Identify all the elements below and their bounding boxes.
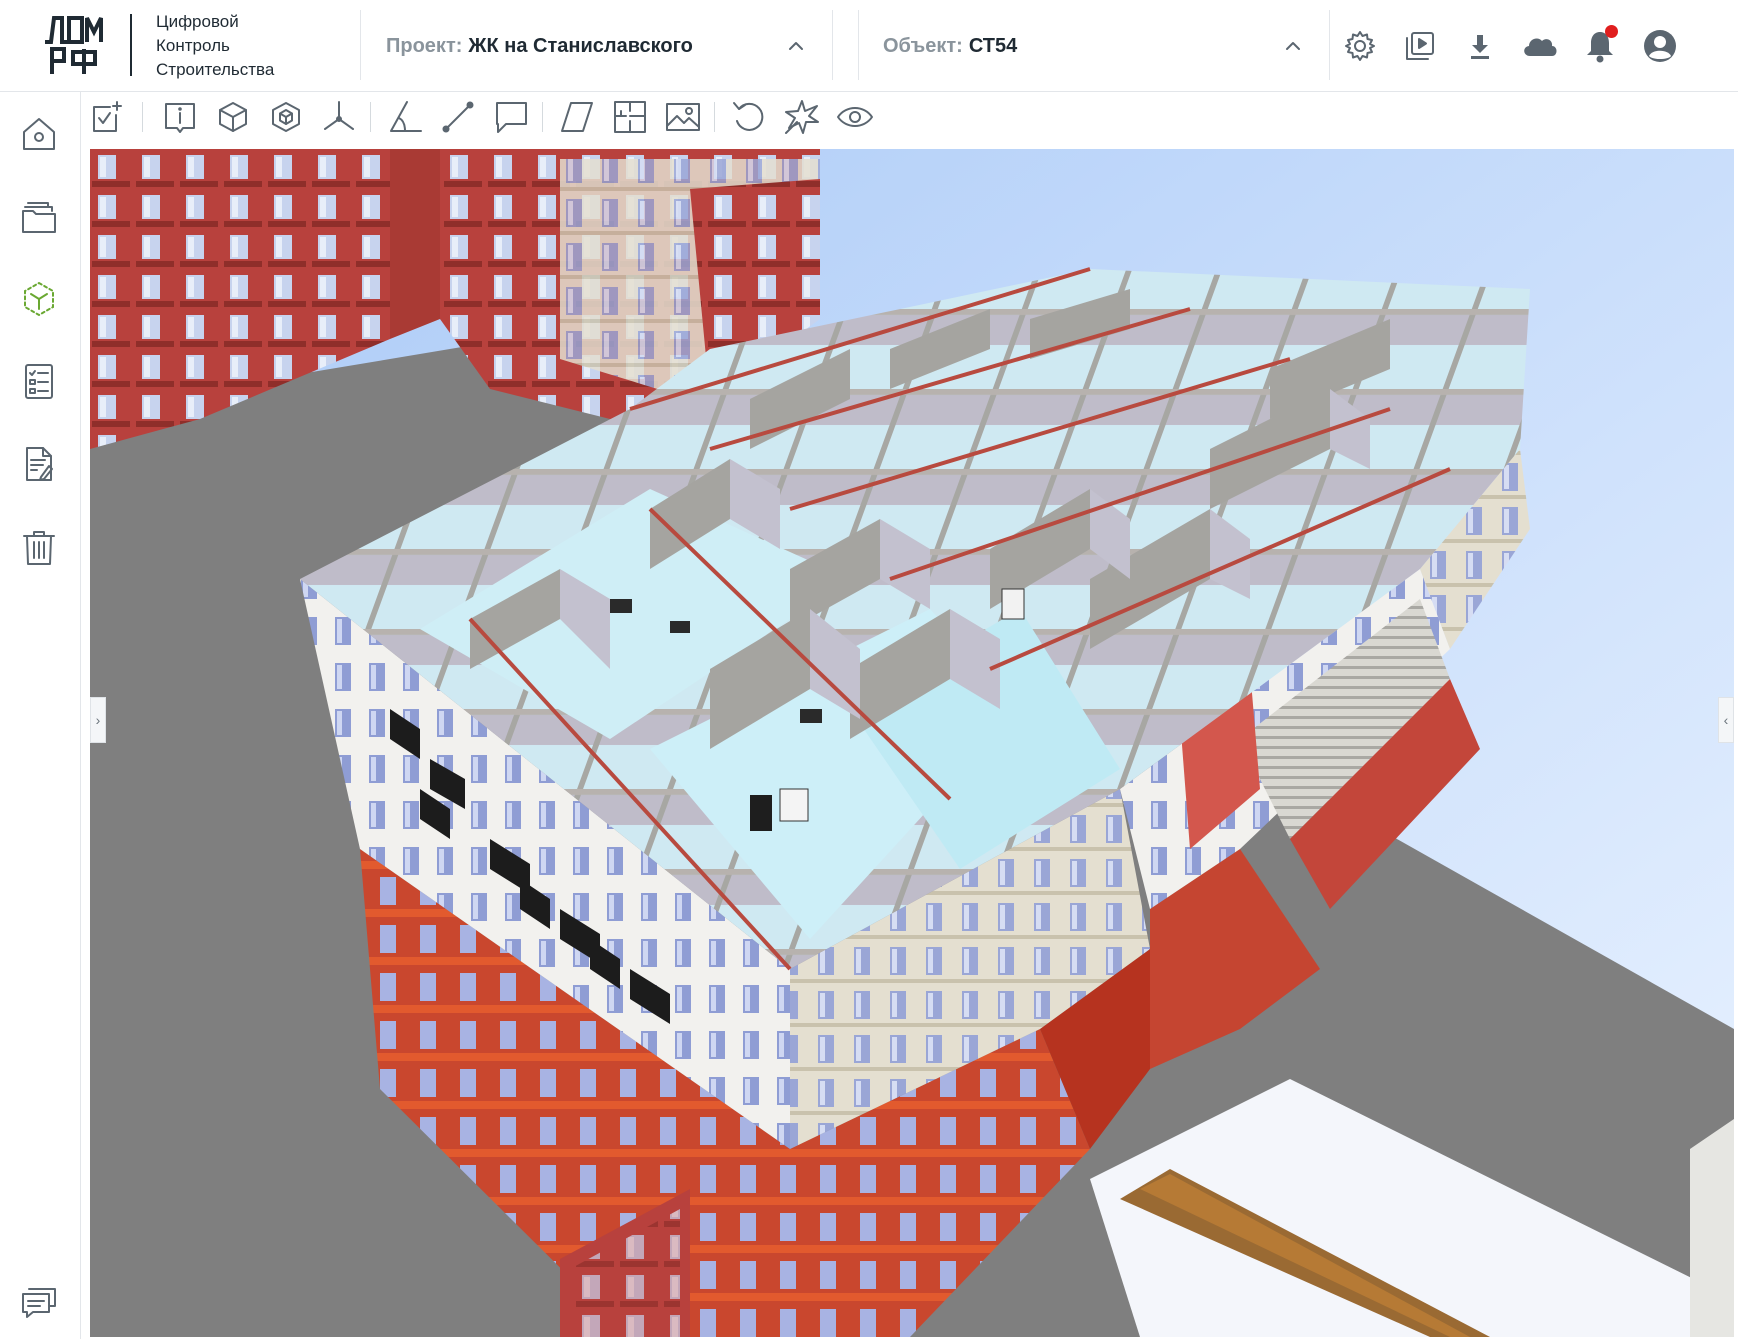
nav-trash[interactable] [18, 526, 60, 568]
notification-badge [1605, 25, 1618, 38]
toolbar-separator [142, 102, 143, 132]
left-panel-toggle[interactable]: › [90, 697, 106, 743]
info-icon [165, 103, 195, 133]
settings-icon [1345, 31, 1375, 61]
nav-checklists[interactable] [18, 360, 60, 402]
top-header: Цифровой Контроль Строительства Проект: … [0, 0, 1738, 92]
project-label: Проект: [386, 34, 463, 57]
axes-tool[interactable] [319, 97, 359, 137]
download-icon [1471, 35, 1489, 59]
floor-plan-icon [614, 101, 646, 133]
chevron-left-icon: ‹ [1723, 712, 1729, 728]
download-button[interactable] [1460, 26, 1500, 66]
user-icon [1644, 30, 1676, 62]
nav-chat[interactable] [18, 1280, 60, 1322]
header-divider [858, 10, 859, 80]
brand-line-3: Строительства [156, 60, 275, 79]
checklist-icon [25, 364, 53, 399]
toolbar-separator [370, 102, 371, 132]
viewer-toolbar [82, 92, 1738, 141]
left-sidebar [0, 92, 81, 1339]
header-divider [1329, 10, 1330, 80]
line-measure-icon [442, 101, 474, 133]
cloud-icon [1524, 38, 1557, 56]
project-chevron-up-icon[interactable] [786, 36, 806, 56]
nav-3d-model[interactable] [18, 278, 60, 320]
reset-view-tool[interactable] [729, 97, 769, 137]
brand-line-1: Цифровой [156, 12, 239, 31]
cloud-button[interactable] [1520, 26, 1560, 66]
brand-line-2: Контроль [156, 36, 230, 55]
bim-model-render[interactable] [90, 149, 1734, 1337]
cube-solid-tool[interactable] [266, 97, 306, 137]
angle-measure-tool[interactable] [385, 97, 425, 137]
line-measure-tool[interactable] [438, 97, 478, 137]
logo-mark [45, 16, 103, 74]
add-task-tool[interactable] [86, 97, 126, 137]
angle-measure-icon [390, 101, 422, 132]
floor-plan-tool[interactable] [610, 97, 650, 137]
reset-view-icon [733, 102, 764, 131]
object-selector[interactable]: Объект: СТ54 [883, 0, 1017, 92]
logo-divider [130, 14, 132, 76]
cube-solid-icon [272, 102, 300, 132]
chat-icon [22, 1288, 56, 1318]
section-plane-tool[interactable] [557, 97, 597, 137]
user-profile-button[interactable] [1640, 26, 1680, 66]
cube-icon [219, 102, 247, 132]
settings-button[interactable] [1340, 26, 1380, 66]
brand-title: Цифровой Контроль Строительства [156, 10, 274, 82]
toolbar-separator [542, 102, 543, 132]
axes-icon [324, 101, 354, 130]
play-video-button[interactable] [1400, 26, 1440, 66]
toolbar-separator [714, 102, 715, 132]
image-tool[interactable] [663, 97, 703, 137]
chevron-right-icon: › [95, 712, 101, 728]
project-selector[interactable]: Проект: ЖК на Станиславского [386, 0, 693, 92]
dom-rf-logo[interactable] [44, 14, 108, 76]
play-video-icon [1406, 32, 1434, 60]
comment-tool[interactable] [491, 97, 531, 137]
project-value: ЖК на Станиславского [468, 34, 693, 57]
section-plane-icon [561, 102, 593, 132]
explode-tool[interactable] [782, 97, 822, 137]
task-add-icon [93, 101, 122, 132]
nav-reports[interactable] [18, 443, 60, 485]
cube-view-tool[interactable] [213, 97, 253, 137]
model-viewport[interactable]: › ‹ [90, 149, 1734, 1337]
visibility-tool[interactable] [835, 97, 875, 137]
folders-icon [22, 202, 56, 233]
info-tool[interactable] [160, 97, 200, 137]
nav-home[interactable] [18, 113, 60, 155]
model-3d-icon [24, 281, 54, 317]
image-icon [666, 103, 700, 131]
comment-icon [496, 102, 527, 133]
right-panel-toggle[interactable]: ‹ [1718, 697, 1734, 743]
document-edit-icon [26, 447, 53, 481]
home-icon [23, 118, 55, 150]
header-divider [832, 10, 833, 80]
object-chevron-up-icon[interactable] [1283, 36, 1303, 56]
object-label: Объект: [883, 34, 963, 57]
object-value: СТ54 [968, 34, 1018, 57]
visibility-icon [837, 107, 873, 127]
header-divider [360, 10, 361, 80]
notifications-button[interactable] [1580, 25, 1620, 66]
nav-documents[interactable] [18, 196, 60, 238]
trash-icon [23, 531, 55, 565]
explode-icon [785, 100, 819, 134]
